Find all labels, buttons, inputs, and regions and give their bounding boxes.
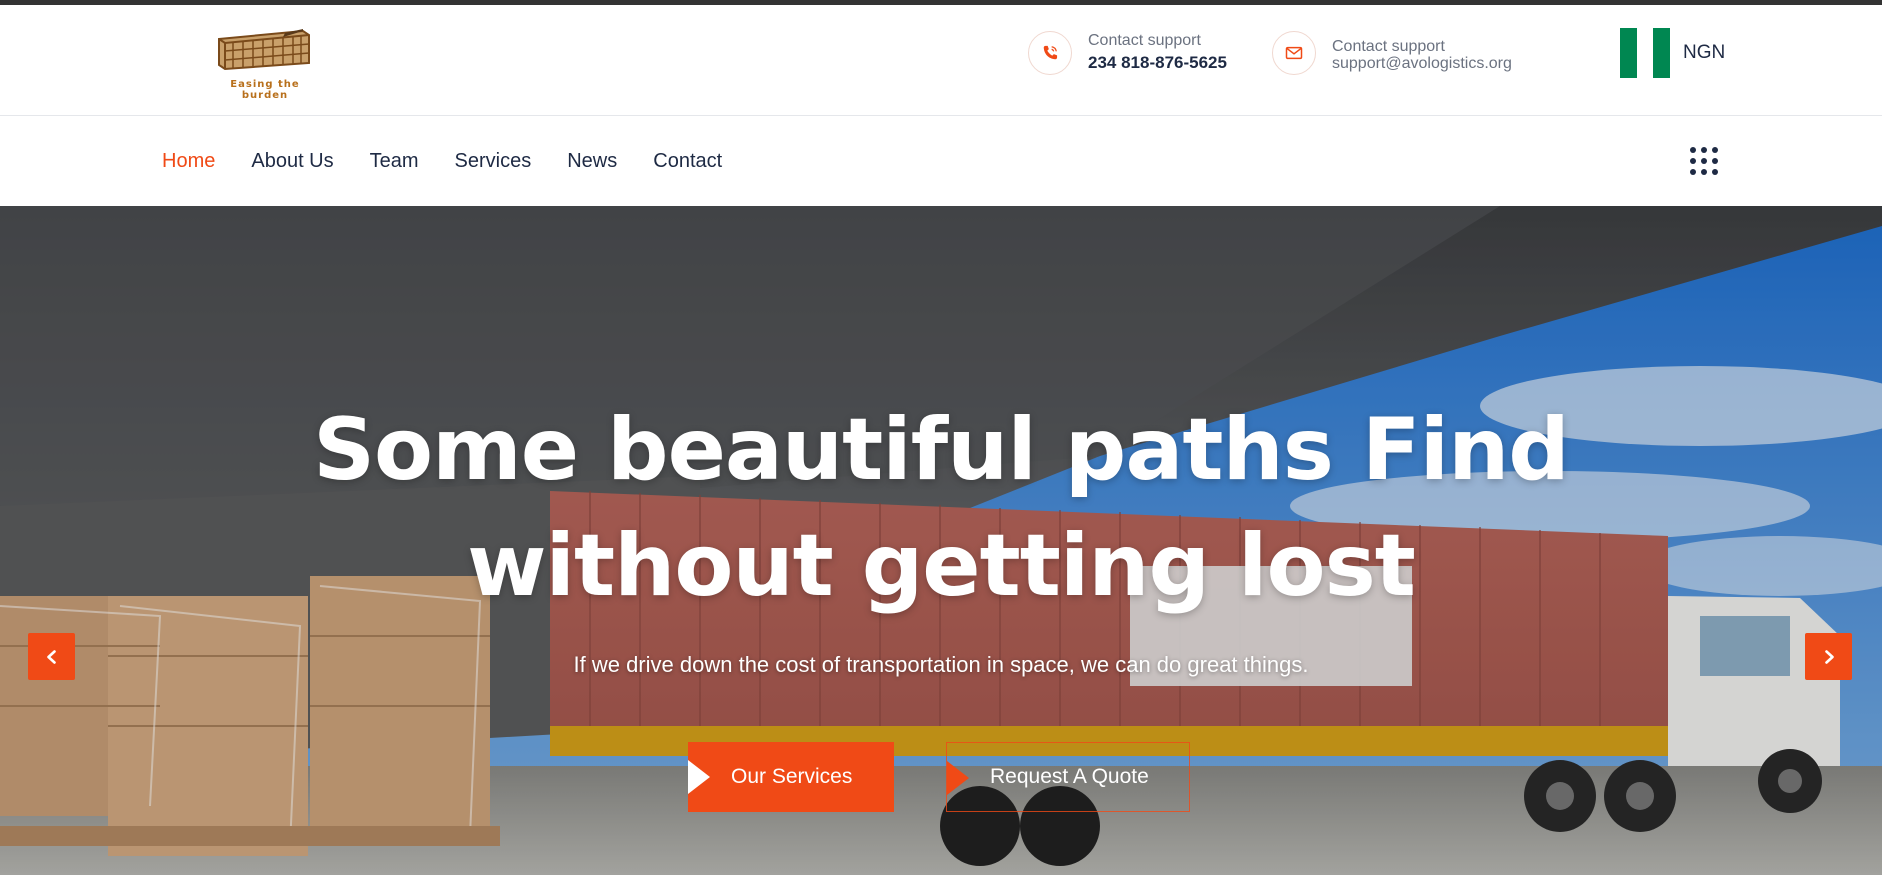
phone-icon <box>1028 31 1072 75</box>
email-label: Contact support <box>1332 38 1445 55</box>
currency-code: NGN <box>1683 42 1726 63</box>
slider-next-button[interactable] <box>1805 633 1852 680</box>
button-notch-icon <box>947 761 969 795</box>
nav-item-services[interactable]: Services <box>455 150 532 173</box>
nav-item-home[interactable]: Home <box>162 150 215 173</box>
slider-prev-button[interactable] <box>28 633 75 680</box>
hero-slider: Some beautiful paths Find without gettin… <box>0 206 1882 875</box>
nigeria-flag-icon <box>1620 28 1671 78</box>
hero-title: Some beautiful paths Find without gettin… <box>313 400 1570 616</box>
our-services-button[interactable]: Our Services <box>688 742 894 812</box>
our-services-label: Our Services <box>731 765 853 788</box>
mail-icon <box>1272 31 1316 75</box>
nav-item-news[interactable]: News <box>567 150 617 173</box>
contact-phone[interactable]: Contact support 234 818-876-5625 <box>1028 31 1248 79</box>
request-quote-button[interactable]: Request A Quote <box>946 742 1190 812</box>
chevron-right-icon <box>1824 649 1834 664</box>
phone-label: Contact support <box>1088 32 1201 49</box>
phone-number[interactable]: 234 818-876-5625 <box>1088 53 1227 73</box>
nav-item-contact[interactable]: Contact <box>653 150 722 173</box>
button-notch-icon <box>688 760 710 794</box>
email-address[interactable]: support@avologistics.org <box>1332 55 1512 73</box>
grid-dots-icon[interactable] <box>1690 147 1718 175</box>
logo[interactable]: Easing the burden <box>207 25 323 101</box>
logo-tagline: Easing the burden <box>230 79 300 101</box>
nav-item-about-us[interactable]: About Us <box>251 150 333 173</box>
currency-selector[interactable]: NGN <box>1620 28 1725 78</box>
request-quote-label: Request A Quote <box>990 765 1149 788</box>
nav-item-team[interactable]: Team <box>370 150 419 173</box>
site-header: Easing the burden Contact support 234 81… <box>0 5 1882 116</box>
contact-email[interactable]: Contact support support@avologistics.org <box>1272 31 1532 79</box>
hero-subtitle: If we drive down the cost of transportat… <box>573 652 1309 677</box>
main-nav: Home About Us Team Services News Contact <box>0 116 1882 206</box>
chevron-left-icon <box>46 649 56 664</box>
logo-crate-icon <box>218 29 310 71</box>
